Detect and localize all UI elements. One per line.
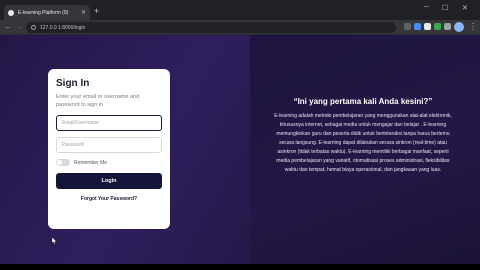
- extension-icon[interactable]: [404, 23, 411, 30]
- url-text: 127.0.0.1:8000/login: [40, 24, 86, 31]
- email-input[interactable]: [62, 120, 156, 126]
- back-icon[interactable]: ←: [4, 22, 12, 32]
- minimize-button[interactable]: ─: [424, 4, 429, 11]
- close-tab-icon[interactable]: ✕: [81, 9, 86, 16]
- globe-icon: [8, 9, 14, 16]
- password-field[interactable]: [56, 137, 162, 153]
- remember-me-row: Remember Me: [56, 159, 162, 166]
- extension-icon[interactable]: [434, 23, 441, 30]
- browser-tab[interactable]: E-learning Platform (9) ✕: [4, 5, 90, 20]
- info-title: “Ini yang pertama kali Anda kesini?”: [293, 97, 433, 106]
- address-bar[interactable]: 127.0.0.1:8000/login: [26, 22, 396, 33]
- page-content: Sign In Enter your email or username and…: [0, 35, 480, 264]
- browser-tab-bar: E-learning Platform (9) ✕ + ─ ☐ ✕: [0, 0, 480, 20]
- password-input[interactable]: [62, 142, 156, 148]
- login-subtitle: Enter your email or username and passwor…: [56, 94, 140, 108]
- bottom-bar: [0, 264, 480, 270]
- extension-icon[interactable]: [414, 23, 421, 30]
- login-button[interactable]: Login: [56, 173, 162, 189]
- browser-menu-icon[interactable]: ⋮: [469, 22, 477, 32]
- site-info-icon[interactable]: [31, 25, 36, 30]
- forgot-password-link[interactable]: Forgot Your Password?: [56, 196, 162, 202]
- browser-toolbar: ← → 127.0.0.1:8000/login ⋮: [0, 20, 480, 35]
- profile-avatar[interactable]: [454, 22, 464, 32]
- extensions-puzzle-icon[interactable]: [444, 23, 451, 30]
- mouse-cursor-icon: [51, 237, 57, 245]
- new-tab-button[interactable]: +: [94, 7, 99, 16]
- forward-icon[interactable]: →: [15, 22, 23, 32]
- remember-me-label: Remember Me: [74, 159, 108, 166]
- remember-me-toggle[interactable]: [56, 159, 70, 166]
- login-title: Sign In: [56, 78, 90, 89]
- window-close-button[interactable]: ✕: [462, 4, 468, 12]
- info-description: E-learning adalah metode pembelajaran ya…: [274, 113, 452, 173]
- extension-icon[interactable]: [424, 23, 431, 30]
- login-card: Sign In Enter your email or username and…: [48, 69, 170, 229]
- maximize-button[interactable]: ☐: [442, 4, 448, 12]
- tab-title: E-learning Platform (9): [18, 9, 69, 16]
- email-field[interactable]: [56, 115, 162, 131]
